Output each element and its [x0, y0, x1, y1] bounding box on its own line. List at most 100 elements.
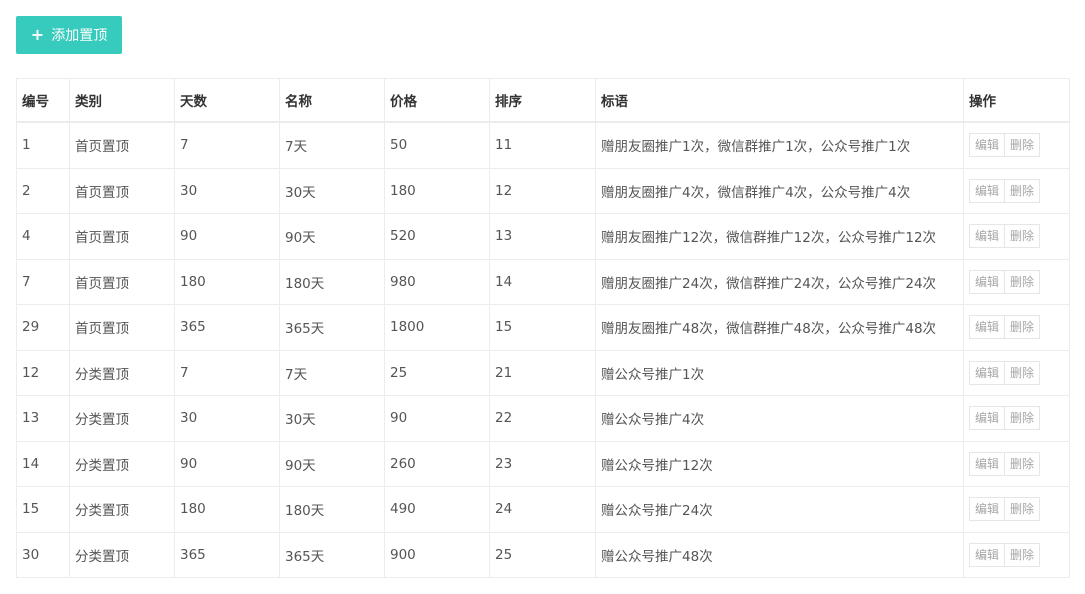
row-actions: 编辑 删除 — [969, 451, 1069, 476]
cell-actions: 编辑 删除 — [963, 531, 1070, 578]
cell-id: 15 — [16, 486, 70, 533]
cell-days: 7 — [174, 349, 280, 396]
table-row: 1 首页置顶 7 7天 50 11 赠朋友圈推广1次，微信群推广1次，公众号推广1次 编辑 删除 — [16, 121, 1070, 169]
cell-sort: 25 — [489, 531, 596, 578]
table-row: 4 首页置顶 90 90天 520 13 赠朋友圈推广12次，微信群推广12次，公众号推广1… — [16, 213, 1070, 260]
cell-category: 分类置顶 — [69, 440, 175, 487]
cell-price: 1800 — [384, 304, 490, 351]
edit-button[interactable]: 编辑 — [969, 451, 1006, 476]
col-header-category: 类别 — [69, 78, 175, 123]
cell-slogan: 赠朋友圈推广1次，微信群推广1次，公众号推广1次 — [595, 121, 964, 169]
edit-button[interactable]: 编辑 — [969, 315, 1006, 340]
col-header-price: 价格 — [384, 78, 490, 123]
cell-actions: 编辑 删除 — [963, 486, 1070, 533]
edit-button[interactable]: 编辑 — [969, 269, 1006, 294]
cell-name: 365天 — [279, 304, 385, 351]
cell-days: 30 — [174, 167, 280, 214]
cell-slogan: 赠公众号推广1次 — [595, 349, 964, 396]
edit-button[interactable]: 编辑 — [969, 224, 1006, 249]
delete-button[interactable]: 删除 — [1005, 451, 1041, 476]
cell-days: 365 — [174, 531, 280, 578]
cell-actions: 编辑 删除 — [963, 213, 1070, 260]
cell-days: 7 — [174, 121, 280, 169]
row-actions: 编辑 删除 — [969, 224, 1069, 249]
cell-price: 50 — [384, 121, 490, 169]
col-header-slogan: 标语 — [595, 78, 964, 123]
cell-days: 180 — [174, 486, 280, 533]
cell-sort: 15 — [489, 304, 596, 351]
edit-button[interactable]: 编辑 — [969, 542, 1006, 567]
table-row: 29 首页置顶 365 365天 1800 15 赠朋友圈推广48次，微信群推广48次，公众… — [16, 304, 1070, 351]
delete-button[interactable]: 删除 — [1005, 360, 1041, 385]
delete-button[interactable]: 删除 — [1005, 133, 1041, 158]
add-pin-button[interactable]: + 添加置顶 — [16, 16, 122, 54]
cell-name: 7天 — [279, 349, 385, 396]
delete-button[interactable]: 删除 — [1005, 178, 1041, 203]
cell-slogan: 赠公众号推广24次 — [595, 486, 964, 533]
delete-button[interactable]: 删除 — [1005, 269, 1041, 294]
cell-category: 首页置顶 — [69, 213, 175, 260]
cell-price: 490 — [384, 486, 490, 533]
cell-actions: 编辑 删除 — [963, 440, 1070, 487]
table-row: 30 分类置顶 365 365天 900 25 赠公众号推广48次 编辑 删除 — [16, 531, 1070, 578]
row-actions: 编辑 删除 — [969, 178, 1069, 203]
row-actions: 编辑 删除 — [969, 542, 1069, 567]
edit-button[interactable]: 编辑 — [969, 406, 1006, 431]
row-actions: 编辑 删除 — [969, 269, 1069, 294]
delete-button[interactable]: 删除 — [1005, 497, 1041, 522]
cell-price: 980 — [384, 258, 490, 305]
table-header-row: 编号 类别 天数 名称 价格 排序 标语 操作 — [16, 78, 1070, 123]
delete-button[interactable]: 删除 — [1005, 406, 1041, 431]
cell-category: 首页置顶 — [69, 258, 175, 305]
cell-actions: 编辑 删除 — [963, 349, 1070, 396]
cell-price: 520 — [384, 213, 490, 260]
cell-name: 90天 — [279, 440, 385, 487]
cell-days: 365 — [174, 304, 280, 351]
cell-name: 30天 — [279, 395, 385, 442]
delete-button[interactable]: 删除 — [1005, 315, 1041, 340]
col-header-name: 名称 — [279, 78, 385, 123]
cell-name: 7天 — [279, 121, 385, 169]
cell-sort: 13 — [489, 213, 596, 260]
cell-slogan: 赠朋友圈推广12次，微信群推广12次，公众号推广12次 — [595, 213, 964, 260]
cell-category: 首页置顶 — [69, 167, 175, 214]
edit-button[interactable]: 编辑 — [969, 178, 1006, 203]
cell-price: 25 — [384, 349, 490, 396]
edit-button[interactable]: 编辑 — [969, 497, 1006, 522]
cell-price: 260 — [384, 440, 490, 487]
col-header-sort: 排序 — [489, 78, 596, 123]
plus-icon: + — [30, 25, 45, 44]
cell-sort: 14 — [489, 258, 596, 305]
cell-actions: 编辑 删除 — [963, 121, 1070, 169]
cell-actions: 编辑 删除 — [963, 258, 1070, 305]
row-actions: 编辑 删除 — [969, 133, 1069, 158]
table-row: 12 分类置顶 7 7天 25 21 赠公众号推广1次 编辑 删除 — [16, 349, 1070, 396]
cell-sort: 11 — [489, 121, 596, 169]
table-row: 2 首页置顶 30 30天 180 12 赠朋友圈推广4次，微信群推广4次，公众号推广4次编… — [16, 167, 1070, 214]
add-pin-label: 添加置顶 — [51, 28, 108, 44]
cell-category: 分类置顶 — [69, 486, 175, 533]
cell-category: 分类置顶 — [69, 395, 175, 442]
edit-button[interactable]: 编辑 — [969, 133, 1006, 158]
cell-name: 365天 — [279, 531, 385, 578]
row-actions: 编辑 删除 — [969, 360, 1069, 385]
cell-name: 180天 — [279, 258, 385, 305]
cell-actions: 编辑 删除 — [963, 395, 1070, 442]
cell-slogan: 赠公众号推广4次 — [595, 395, 964, 442]
delete-button[interactable]: 删除 — [1005, 224, 1041, 249]
cell-days: 90 — [174, 440, 280, 487]
cell-id: 1 — [16, 121, 70, 169]
cell-days: 90 — [174, 213, 280, 260]
cell-id: 29 — [16, 304, 70, 351]
col-header-actions: 操作 — [963, 78, 1070, 123]
cell-sort: 12 — [489, 167, 596, 214]
table-row: 7 首页置顶 180 180天 980 14 赠朋友圈推广24次，微信群推广24次，公众号推… — [16, 258, 1070, 305]
cell-name: 180天 — [279, 486, 385, 533]
cell-id: 30 — [16, 531, 70, 578]
cell-sort: 21 — [489, 349, 596, 396]
row-actions: 编辑 删除 — [969, 406, 1069, 431]
edit-button[interactable]: 编辑 — [969, 360, 1006, 385]
cell-slogan: 赠公众号推广12次 — [595, 440, 964, 487]
cell-slogan: 赠朋友圈推广4次，微信群推广4次，公众号推广4次 — [595, 167, 964, 214]
delete-button[interactable]: 删除 — [1005, 542, 1041, 567]
